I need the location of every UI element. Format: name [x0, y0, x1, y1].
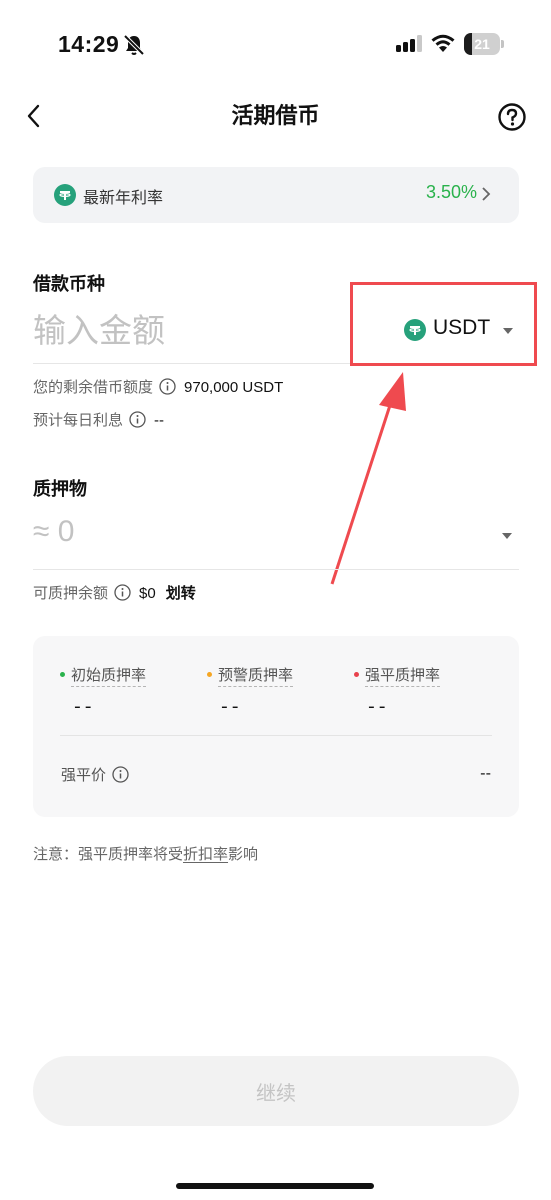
status-dot [207, 672, 212, 677]
initial-ratio[interactable]: 初始质押率 -- [60, 664, 147, 718]
battery-icon: 21 [464, 33, 504, 55]
usdt-icon [54, 184, 76, 206]
discount-rate-link[interactable]: 折扣率 [183, 845, 228, 863]
available-collateral-row: 可质押余额 $0 划转 [33, 582, 196, 603]
available-collateral-value: $0 [139, 585, 156, 602]
collateral-label: 质押物 [33, 479, 87, 500]
daily-interest-row: 预计每日利息 -- [33, 409, 164, 430]
daily-interest-value: -- [154, 412, 165, 429]
rate-value: 3.50% [425, 182, 477, 202]
remaining-quota-label: 您的剩余借币额度 [33, 378, 154, 396]
caret-down-icon[interactable] [502, 533, 512, 539]
status-time: 14:29 [58, 31, 120, 57]
ratio-value: -- [219, 698, 241, 718]
divider [60, 735, 492, 736]
ratio-label: 预警质押率 [218, 666, 294, 687]
note-suffix: 影响 [228, 845, 259, 863]
info-icon[interactable] [112, 766, 129, 783]
rate-label: 最新年利率 [83, 188, 164, 207]
remaining-quota-row: 您的剩余借币额度 970,000 USDT [33, 376, 283, 397]
wifi-icon [431, 34, 455, 52]
ratio-card: 初始质押率 -- 预警质押率 -- 强平质押率 -- 强平价 -- [33, 636, 519, 817]
liquidation-price-value: -- [480, 764, 491, 782]
home-indicator [176, 1183, 374, 1189]
divider [33, 569, 519, 570]
ratio-value: -- [366, 698, 388, 718]
borrow-amount-input[interactable] [33, 306, 363, 354]
liquidation-price-label-row: 强平价 [61, 764, 129, 785]
liquidation-price-label: 强平价 [61, 766, 107, 784]
transfer-link[interactable]: 划转 [166, 584, 196, 602]
info-icon[interactable] [129, 411, 146, 428]
info-icon[interactable] [159, 378, 176, 395]
available-collateral-label: 可质押余额 [33, 584, 109, 602]
remaining-quota-value: 970,000 USDT [184, 379, 284, 396]
note-prefix: 注意：强平质押率将受 [33, 845, 184, 863]
help-icon[interactable] [497, 102, 527, 132]
warning-ratio[interactable]: 预警质押率 -- [207, 664, 294, 718]
status-dot [60, 672, 65, 677]
daily-interest-label: 预计每日利息 [33, 411, 124, 429]
signal-icon [396, 35, 422, 52]
bell-muted-icon [123, 34, 145, 56]
note-text: 注意：强平质押率将受折扣率影响 [33, 843, 258, 864]
collateral-amount[interactable]: ≈ 0 [33, 515, 74, 549]
ratio-label: 初始质押率 [71, 666, 147, 687]
page-title: 活期借币 [231, 104, 320, 129]
liquidation-ratio[interactable]: 强平质押率 -- [354, 664, 441, 718]
status-dot [354, 672, 359, 677]
info-icon[interactable] [114, 584, 131, 601]
highlight-box [350, 282, 537, 366]
continue-button[interactable]: 继续 [33, 1056, 519, 1126]
rate-banner[interactable]: 最新年利率 3.50% [33, 167, 519, 223]
borrow-currency-label: 借款币种 [33, 274, 105, 295]
status-bar: 14:29 21 [0, 0, 551, 90]
ratio-label: 强平质押率 [365, 666, 441, 687]
battery-percent: 21 [474, 36, 490, 52]
chevron-right-icon [482, 187, 491, 201]
ratio-value: -- [72, 698, 94, 718]
